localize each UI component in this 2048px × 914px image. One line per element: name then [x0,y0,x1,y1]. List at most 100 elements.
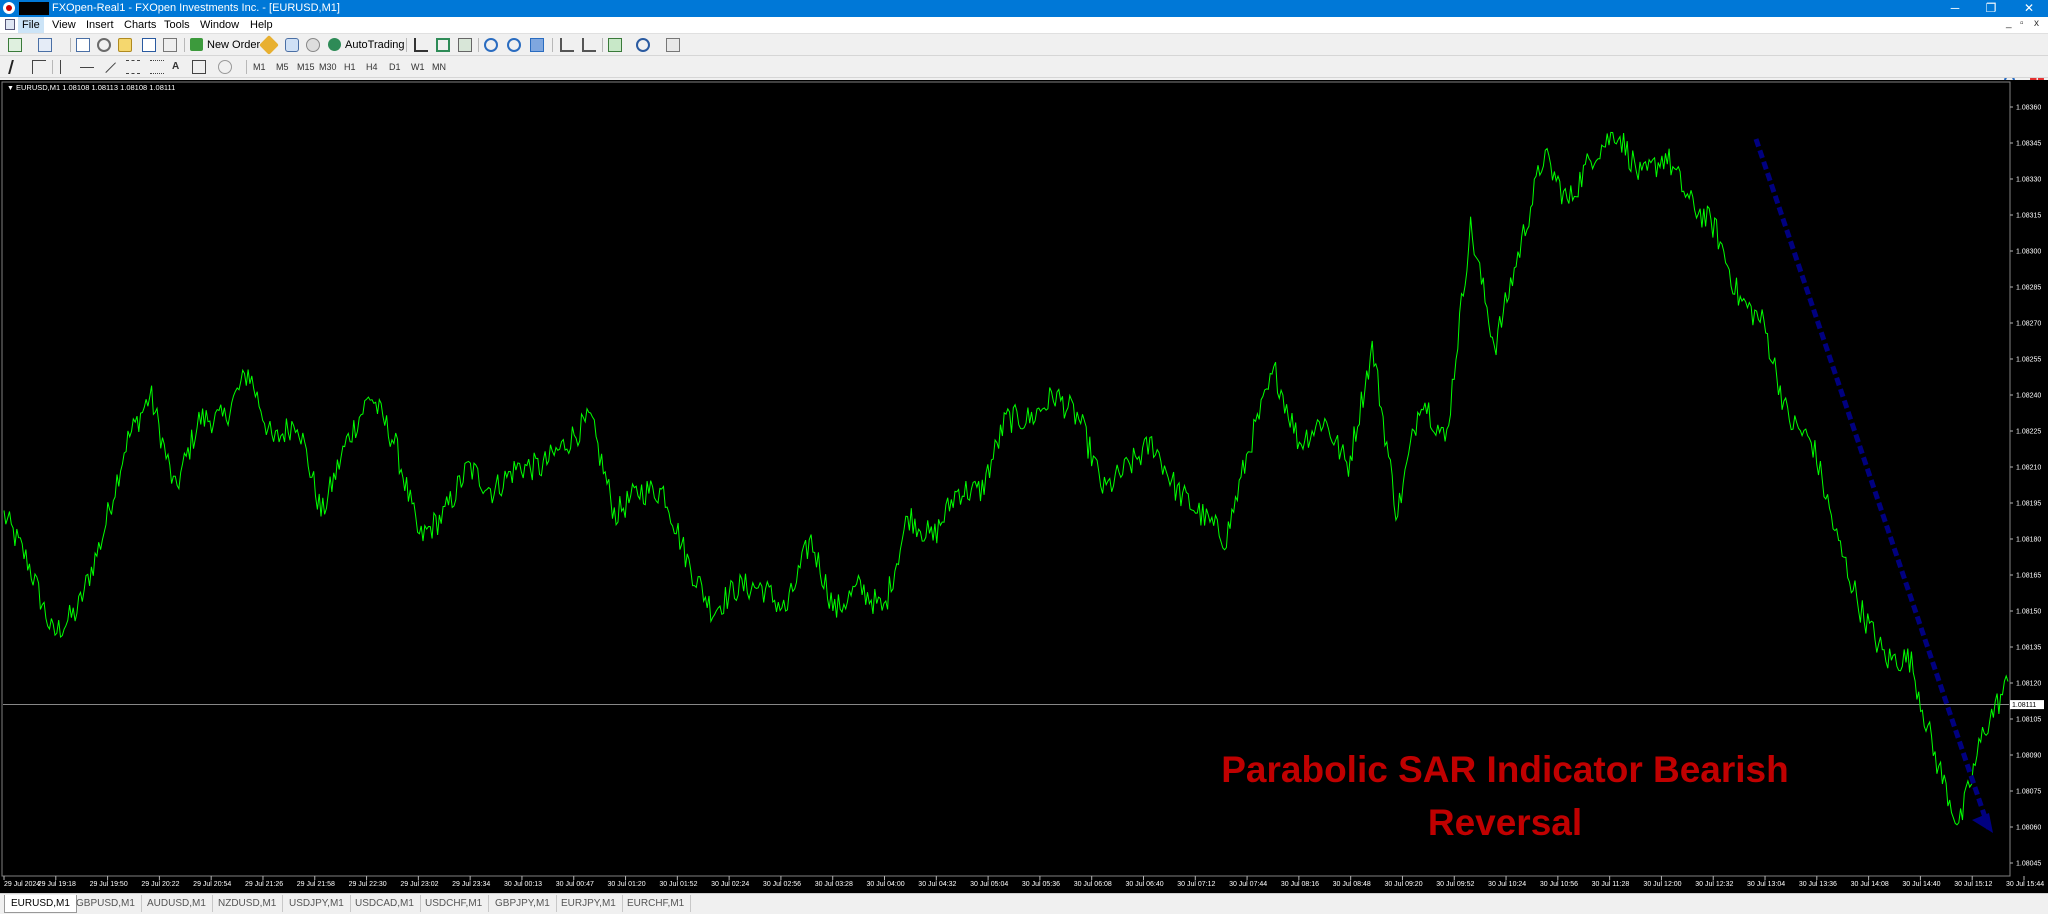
text-icon[interactable]: A [172,60,179,74]
crosshair-icon[interactable] [32,60,46,74]
time-tick-label: 30 Jul 04:00 [867,881,905,888]
autotrading-button[interactable]: AutoTrading [328,37,405,53]
mdi-restore-button[interactable]: ▫ [2020,18,2024,29]
price-tick-label: 1.08210 [2016,465,2041,472]
tile-windows-icon[interactable] [530,38,544,52]
restore-button[interactable]: ❐ [1974,0,2008,17]
navigator-icon[interactable] [118,38,132,52]
timeframe-w1[interactable]: W1 [411,60,425,74]
price-tick-label: 1.08240 [2016,393,2041,400]
timeframe-mn[interactable]: MN [432,60,446,74]
time-tick-label: 29 Jul 19:50 [90,881,128,888]
text-label-icon[interactable] [192,60,206,74]
timeframe-d1[interactable]: D1 [389,60,401,74]
vertical-line-icon[interactable] [60,60,62,74]
time-tick-label: 30 Jul 02:56 [763,881,801,888]
shapes-dropdown-icon[interactable] [218,60,232,74]
templates-icon[interactable] [666,38,680,52]
bar-chart-icon[interactable] [414,38,428,52]
profiles-icon[interactable] [38,38,52,52]
time-tick-label: 30 Jul 06:08 [1074,881,1112,888]
mdi-close-button[interactable]: x [2034,18,2039,29]
periods-icon[interactable] [636,38,650,52]
market-icon[interactable] [306,38,320,52]
menu-charts[interactable]: Charts [120,17,160,33]
chart-info-triangle[interactable]: ▼ [7,85,14,92]
fibonacci-icon[interactable] [150,60,164,74]
time-tick-label: 29 Jul 21:58 [297,881,335,888]
chart-shift-icon[interactable] [582,38,596,52]
horizontal-line-icon[interactable] [80,67,94,69]
time-tick-label: 30 Jul 08:48 [1333,881,1371,888]
chart-document-icon[interactable] [5,19,15,30]
timeframe-h1[interactable]: H1 [344,60,356,74]
tab-audusd-m1[interactable]: AUDUSD,M1 [141,895,213,912]
tab-usdjpy-m1[interactable]: USDJPY,M1 [283,895,351,912]
new-order-label: New Order [207,39,261,51]
toolbar-separator [602,38,603,52]
menu-tools[interactable]: Tools [160,17,194,33]
time-tick-label: 29 Jul 22:30 [349,881,387,888]
tab-eurusd-m1[interactable]: EURUSD,M1 [4,895,77,913]
zoom-out-icon[interactable] [507,38,521,52]
cursor-icon[interactable] [8,60,26,74]
menu-help[interactable]: Help [246,17,277,33]
timeframe-h4[interactable]: H4 [366,60,378,74]
bearish-reversal-arrow-shaft [1753,138,1993,833]
tab-usdchf-m1[interactable]: USDCHF,M1 [419,895,490,912]
time-axis: 29 Jul 202429 Jul 19:18 29 Jul 19:50 29 Ju… [3,876,2044,888]
menu-view[interactable]: View [48,17,80,33]
price-tick-label: 1.08300 [2016,249,2041,256]
timeframe-m30[interactable]: M30 [319,60,337,74]
time-tick-label: 30 Jul 07:44 [1229,881,1267,888]
title-bar: FXOpen-Real1 - FXOpen Investments Inc. -… [0,0,2048,17]
timeframe-m5[interactable]: M5 [276,60,289,74]
current-price-marker: 1.08111 [2010,700,2044,710]
menu-window[interactable]: Window [196,17,243,33]
time-tick-label: 30 Jul 07:12 [1177,881,1215,888]
signals-icon[interactable] [285,38,299,52]
price-tick-label: 1.08225 [2016,429,2041,436]
close-button[interactable]: ✕ [2012,0,2046,17]
time-tick-label: 30 Jul 09:52 [1436,881,1474,888]
menu-file[interactable]: File [18,17,44,33]
indicators-icon[interactable] [608,38,622,52]
metaeditor-icon[interactable] [259,35,279,55]
terminal-icon[interactable] [142,38,156,52]
minimize-button[interactable]: ─ [1938,0,1972,17]
time-tick-label: 29 Jul 21:26 [245,881,283,888]
timeframe-m1[interactable]: M1 [253,60,266,74]
time-tick-label: 29 Jul 20:22 [141,881,179,888]
new-chart-icon[interactable] [8,38,22,52]
annotation-line-1: Parabolic SAR Indicator Bearish [1221,749,1789,790]
time-tick-label: 30 Jul 09:20 [1384,881,1422,888]
price-tick-label: 1.08150 [2016,609,2041,616]
market-watch-icon[interactable] [76,38,90,52]
tab-usdcad-m1[interactable]: USDCAD,M1 [349,895,421,912]
strategy-tester-icon[interactable] [163,38,177,52]
toolbar-separator [184,38,185,52]
tab-gbpjpy-m1[interactable]: GBPJPY,M1 [489,895,557,912]
chart-window[interactable]: ▼ EURUSD,M1 1.08108 1.08113 1.08108 1.08… [0,80,2048,893]
equidistant-channel-icon[interactable] [126,60,140,74]
price-tick-label: 1.08360 [2016,105,2041,112]
tab-nzdusd-m1[interactable]: NZDUSD,M1 [212,895,284,912]
candlestick-chart-icon[interactable] [436,38,450,52]
time-tick-label: 30 Jul 00:47 [556,881,594,888]
mdi-minimize-button[interactable]: _ [2006,18,2012,29]
trendline-icon[interactable] [105,62,117,74]
price-chart[interactable]: ▼ EURUSD,M1 1.08108 1.08113 1.08108 1.08… [0,80,2048,893]
tab-eurchf-m1[interactable]: EURCHF,M1 [621,895,692,912]
redacted-account-block [19,2,49,15]
tab-eurjpy-m1[interactable]: EURJPY,M1 [555,895,623,912]
time-tick-label: 30 Jul 13:04 [1747,881,1785,888]
tab-gbpusd-m1[interactable]: GBPUSD,M1 [70,895,142,912]
zoom-in-icon[interactable] [484,38,498,52]
app-logo-icon[interactable] [3,2,15,14]
timeframe-m15[interactable]: M15 [297,60,315,74]
menu-insert[interactable]: Insert [82,17,118,33]
new-order-button[interactable]: New Order [190,37,260,53]
data-window-icon[interactable] [97,38,111,52]
line-chart-icon[interactable] [458,38,472,52]
auto-scroll-icon[interactable] [560,38,574,52]
